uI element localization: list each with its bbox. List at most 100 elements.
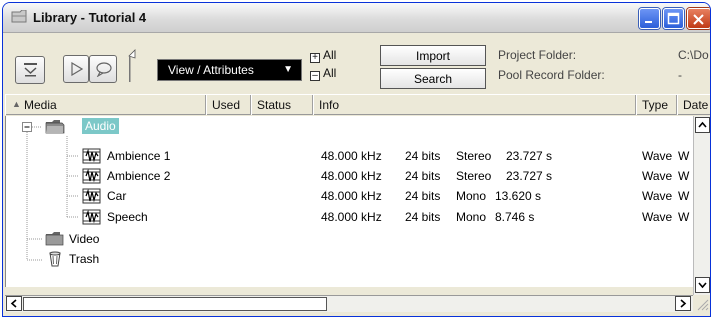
clip-date: W — [678, 189, 690, 203]
play-button[interactable] — [63, 55, 89, 83]
wave-icon — [82, 188, 101, 204]
minimize-button[interactable] — [639, 8, 660, 29]
import-menu-button[interactable] — [15, 56, 45, 84]
scroll-left-button[interactable] — [6, 296, 22, 311]
tree-row-clip[interactable]: Ambience 1 48.000 kHz 24 bits Stereo 23.… — [6, 146, 694, 166]
plus-icon: + — [310, 53, 320, 63]
chevron-down-icon: ▼ — [283, 64, 293, 75]
library-window: Library - Tutorial 4 View / Attributes ▼… — [2, 2, 711, 317]
column-status-label: Status — [257, 98, 292, 112]
tree-row-video[interactable]: Video — [6, 229, 694, 249]
column-used[interactable]: Used — [206, 95, 251, 115]
loop-button[interactable] — [89, 55, 117, 83]
toolbar: View / Attributes ▼ + All – All Import Sea… — [3, 34, 710, 92]
clip-channels: Stereo — [456, 169, 492, 183]
clip-rate: 48.000 kHz — [321, 149, 382, 163]
wave-icon — [82, 209, 101, 225]
trash-icon — [49, 251, 61, 267]
project-folder-value: C:\Do — [678, 48, 709, 62]
column-status[interactable]: Status — [251, 95, 313, 115]
tree-label-trash: Trash — [69, 252, 100, 266]
search-button[interactable]: Search — [380, 68, 486, 89]
column-date-label: Date — [683, 98, 709, 112]
pool-record-folder-value: - — [678, 68, 682, 82]
minus-icon: – — [310, 71, 320, 81]
pool-record-folder-label: Pool Record Folder: — [498, 68, 605, 82]
scroll-right-button[interactable] — [675, 296, 691, 311]
minimize-icon — [645, 21, 652, 23]
loop-icon — [96, 62, 112, 77]
resize-grip-icon[interactable] — [693, 295, 710, 312]
collapse-all-button[interactable]: – All — [310, 66, 337, 81]
column-info-label: Info — [319, 98, 340, 112]
clip-channels: Mono — [456, 189, 487, 203]
title-bar[interactable]: Library - Tutorial 4 — [3, 3, 710, 33]
view-dropdown-label: View / Attributes — [168, 63, 254, 77]
column-info[interactable]: Info — [313, 95, 636, 115]
clip-bits: 24 bits — [405, 149, 441, 163]
tree-row-trash[interactable]: Trash — [6, 249, 694, 269]
import-button[interactable]: Import — [380, 45, 486, 66]
clip-name: Ambience 1 — [107, 149, 171, 163]
column-type[interactable]: Type — [636, 95, 677, 115]
horizontal-scroll-thumb[interactable] — [23, 297, 327, 311]
clip-length: 13.620 s — [495, 189, 542, 203]
chevron-left-icon — [10, 299, 17, 308]
library-icon — [11, 10, 27, 23]
column-header: ▲ Media Used Status Info Type Date — [5, 94, 710, 115]
chevron-up-icon — [698, 121, 707, 128]
column-media-label: Media — [24, 98, 57, 112]
vertical-scrollbar[interactable] — [693, 116, 710, 295]
tree-row-clip[interactable]: Ambience 2 48.000 kHz 24 bits Stereo 23.… — [6, 166, 694, 186]
view-attributes-dropdown[interactable]: View / Attributes ▼ — [157, 59, 302, 81]
tree-row-audio[interactable]: Audio — [6, 117, 694, 137]
play-icon — [71, 62, 83, 76]
clip-name: Speech — [107, 210, 148, 224]
column-media[interactable]: ▲ Media — [5, 95, 206, 115]
clip-length: 23.727 s — [506, 149, 553, 163]
clip-type: Wave — [642, 189, 673, 203]
collapse-all-label: All — [323, 66, 337, 80]
tree-label-audio: Audio — [82, 118, 119, 134]
project-folder-label: Project Folder: — [498, 48, 577, 62]
tree-row-clip[interactable]: Car 48.000 kHz 24 bits Mono 13.620 s Wav… — [6, 186, 694, 206]
clip-rate: 48.000 kHz — [321, 189, 382, 203]
tree-row-clip[interactable]: Speech 48.000 kHz 24 bits Mono 8.746 s W… — [6, 207, 694, 227]
clip-bits: 24 bits — [405, 210, 441, 224]
scroll-up-button[interactable] — [695, 117, 710, 133]
close-icon — [693, 14, 704, 25]
chevron-right-icon — [680, 299, 687, 308]
clip-type: Wave — [642, 149, 673, 163]
clip-date: W — [678, 210, 690, 224]
window-title: Library - Tutorial 4 — [33, 10, 147, 25]
clip-name: Car — [107, 189, 127, 203]
clip-channels: Stereo — [456, 149, 492, 163]
expand-all-button[interactable]: + All — [310, 48, 337, 63]
clip-name: Ambience 2 — [107, 169, 171, 183]
clip-type: Wave — [642, 210, 673, 224]
clip-date: W — [678, 169, 690, 183]
column-used-label: Used — [212, 98, 241, 112]
clip-channels: Mono — [456, 210, 487, 224]
folder-icon — [45, 232, 64, 246]
column-date[interactable]: Date — [677, 95, 710, 115]
horizontal-scrollbar[interactable] — [5, 295, 693, 312]
column-type-label: Type — [642, 98, 669, 112]
sort-up-icon: ▲ — [12, 99, 21, 109]
maximize-button[interactable] — [663, 8, 684, 29]
tree-label-video: Video — [69, 232, 100, 246]
close-button[interactable] — [687, 8, 710, 29]
clip-bits: 24 bits — [405, 169, 441, 183]
volume-slider-icon[interactable] — [123, 48, 137, 84]
clip-bits: 24 bits — [405, 189, 441, 203]
clip-type: Wave — [642, 169, 673, 183]
expand-all-label: All — [323, 48, 337, 62]
folder-icon — [45, 120, 65, 134]
clip-rate: 48.000 kHz — [321, 169, 382, 183]
scroll-down-button[interactable] — [695, 277, 710, 293]
chevron-down-icon — [698, 282, 707, 289]
import-icon — [24, 63, 37, 77]
maximize-icon — [667, 12, 680, 25]
clip-rate: 48.000 kHz — [321, 210, 382, 224]
wave-icon — [82, 168, 101, 184]
